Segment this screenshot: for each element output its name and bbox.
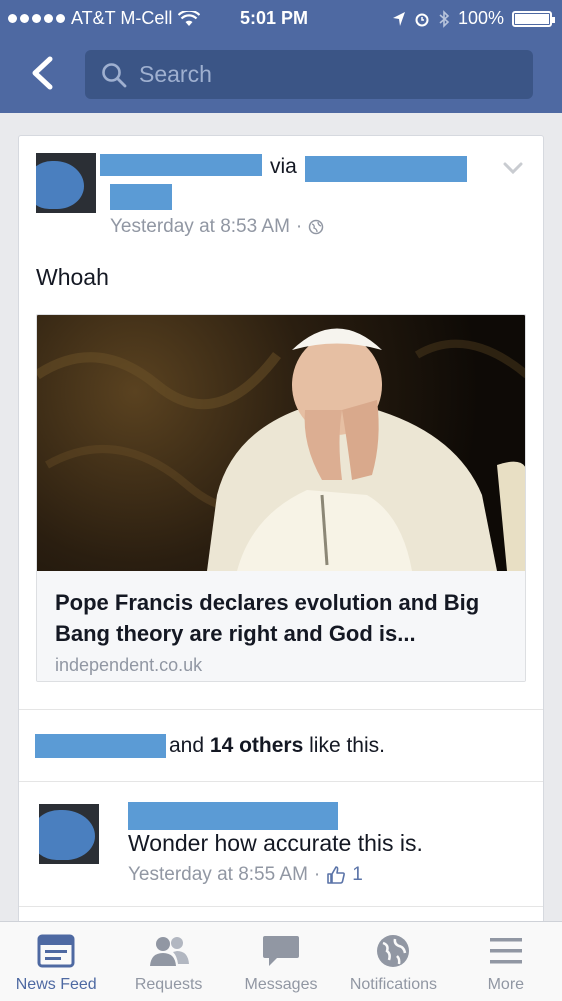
meta-separator: · [295, 216, 303, 237]
tab-more[interactable]: More [450, 922, 562, 1001]
link-domain: independent.co.uk [55, 655, 203, 675]
author-name-redacted-line2[interactable] [110, 184, 172, 210]
tab-label: More [487, 976, 525, 993]
chevron-down-icon[interactable] [503, 162, 523, 174]
liker-name-redacted[interactable] [35, 734, 166, 758]
link-attachment[interactable]: Pope Francis declares evolution and Big … [36, 314, 526, 682]
tab-label: Messages [244, 976, 318, 993]
via-text: via [270, 155, 297, 178]
bluetooth-icon [439, 9, 450, 28]
likes-others[interactable]: 14 others [210, 734, 303, 757]
pope-photo [37, 328, 525, 571]
globe-icon [309, 219, 324, 235]
signal-icon [8, 14, 65, 23]
author-avatar[interactable] [36, 153, 96, 213]
requests-icon [149, 937, 189, 966]
tab-messages[interactable]: Messages [225, 922, 337, 1001]
tab-bar: News Feed Requests Messages Notification… [0, 921, 562, 1001]
more-icon [489, 938, 522, 964]
search-box[interactable] [85, 50, 533, 99]
commenter-avatar[interactable] [39, 804, 99, 864]
app-name-redacted[interactable] [305, 156, 467, 182]
comment-separator: · [313, 864, 321, 885]
search-icon [102, 62, 127, 87]
location-icon [392, 11, 405, 26]
comment-like-count[interactable]: 1 [352, 864, 363, 886]
tab-notifications[interactable]: Notifications [337, 922, 449, 1001]
carrier-group: AT&T M-Cell [8, 8, 201, 29]
wifi-icon [178, 10, 201, 26]
feed-story: via Yesterday at 8:53 AM · Whoah Pope Fr… [18, 135, 544, 925]
alarm-icon [415, 13, 429, 26]
status-right: 100% [392, 8, 555, 29]
tab-label: News Feed [15, 976, 97, 993]
news-feed-icon [37, 934, 75, 968]
back-icon[interactable] [28, 56, 56, 90]
thumbs-up-icon[interactable] [326, 865, 346, 885]
carrier-name: AT&T M-Cell [71, 8, 173, 28]
battery-percent: 100% [457, 8, 504, 28]
divider [19, 709, 543, 710]
tab-news-feed[interactable]: News Feed [0, 922, 112, 1001]
comment-text: Wonder how accurate this is. [128, 830, 423, 856]
post-message: Whoah [36, 264, 109, 290]
author-name-redacted[interactable] [100, 154, 262, 176]
link-title[interactable]: Pope Francis declares evolution and Big … [55, 587, 509, 649]
status-bar: AT&T M-Cell 5:01 PM 100% [0, 0, 562, 38]
battery-icon [512, 10, 555, 27]
link-preview-image[interactable] [37, 315, 525, 571]
status-time: 5:01 PM [240, 8, 309, 28]
tab-requests[interactable]: Requests [112, 922, 224, 1001]
search-input[interactable] [139, 61, 499, 88]
commenter-name-redacted[interactable] [128, 802, 338, 830]
divider [19, 906, 543, 907]
tab-label: Requests [134, 976, 203, 993]
comment-timestamp[interactable]: Yesterday at 8:55 AM [128, 864, 308, 886]
tab-label: Notifications [349, 976, 437, 993]
messages-icon [263, 936, 300, 966]
likes-summary[interactable]: and 14 others like this. [169, 734, 385, 758]
top-header: AT&T M-Cell 5:01 PM 100% [0, 0, 562, 113]
comment-meta: Yesterday at 8:55 AM · 1 [128, 864, 363, 886]
post-timestamp[interactable]: Yesterday at 8:53 AM [110, 216, 290, 238]
likes-and: and [169, 734, 205, 757]
link-info[interactable]: Pope Francis declares evolution and Big … [37, 571, 525, 681]
post-meta: Yesterday at 8:53 AM · [110, 216, 324, 238]
likes-suffix: like this. [309, 734, 385, 757]
divider [19, 781, 543, 782]
notifications-icon [377, 935, 410, 967]
